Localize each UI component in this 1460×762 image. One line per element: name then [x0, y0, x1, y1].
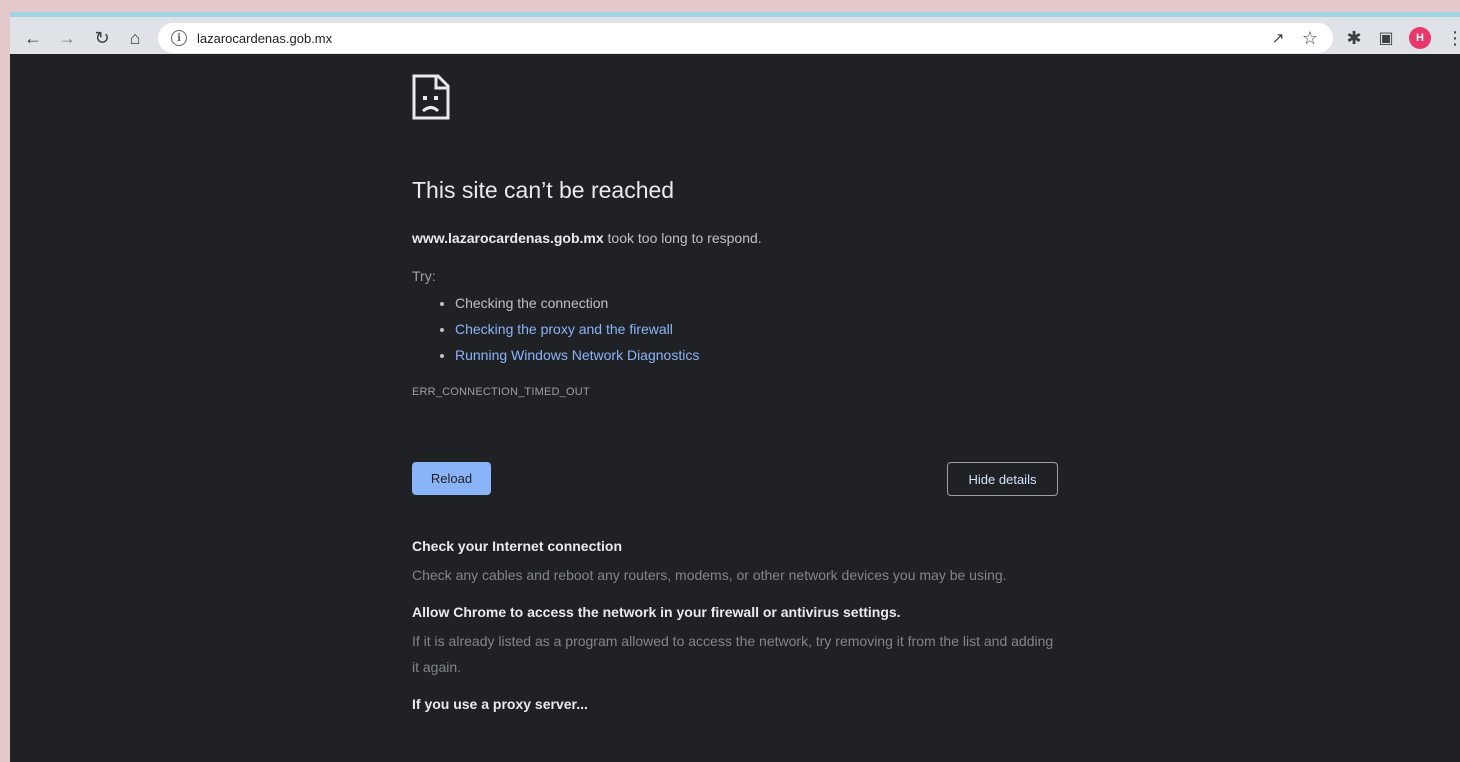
proxy-firewall-link[interactable]: Checking the proxy and the firewall [455, 321, 673, 337]
network-diagnostics-link[interactable]: Running Windows Network Diagnostics [455, 347, 699, 363]
profile-avatar[interactable]: H [1409, 27, 1431, 49]
error-domain: www.lazarocardenas.gob.mx [412, 230, 604, 246]
details-heading: If you use a proxy server... [412, 696, 588, 712]
bookmark-star-icon[interactable]: ☆ [1297, 25, 1323, 51]
error-page: This site can’t be reached www.lazarocar… [412, 74, 1062, 712]
details-heading: Allow Chrome to access the network in yo… [412, 604, 901, 620]
address-bar-url[interactable]: lazarocardenas.gob.mx [197, 31, 332, 46]
action-row: Reload Hide details [412, 462, 1062, 496]
back-arrow-icon[interactable]: ← [20, 25, 46, 51]
details-body: If it is already listed as a program all… [412, 633, 1054, 675]
side-panel-icon[interactable]: ▣ [1373, 25, 1399, 51]
menu-kebab-icon[interactable]: ⋮ [1442, 25, 1460, 51]
suggestion-item[interactable]: Checking the proxy and the firewall [455, 316, 1062, 342]
forward-arrow-icon[interactable]: → [54, 25, 80, 51]
home-icon[interactable]: ⌂ [122, 25, 148, 51]
browser-window: ← → ↻ ⌂ i lazarocardenas.gob.mx ↗ ☆ ✱ ▣ … [10, 12, 1460, 762]
details-body: Check any cables and reboot any routers,… [412, 567, 1007, 583]
details-heading: Check your Internet connection [412, 538, 623, 554]
suggestion-item[interactable]: Running Windows Network Diagnostics [455, 342, 1062, 368]
try-label: Try: [412, 268, 436, 284]
suggestion-list: Checking the connection Checking the pro… [455, 290, 1062, 368]
suggestion-item: Checking the connection [455, 290, 1062, 316]
browser-toolbar: ← → ↻ ⌂ i lazarocardenas.gob.mx ↗ ☆ ✱ ▣ … [10, 12, 1460, 54]
hide-details-button[interactable]: Hide details [947, 462, 1058, 496]
site-info-icon[interactable]: i [171, 30, 187, 46]
share-icon[interactable]: ↗ [1265, 25, 1291, 51]
reload-icon[interactable]: ↻ [89, 25, 115, 51]
error-code: ERR_CONNECTION_TIMED_OUT [412, 386, 590, 398]
extensions-icon[interactable]: ✱ [1341, 25, 1367, 51]
reload-button[interactable]: Reload [412, 462, 491, 495]
address-bar[interactable]: i lazarocardenas.gob.mx ↗ ☆ [158, 23, 1333, 53]
sad-document-icon [412, 74, 450, 120]
error-message: www.lazarocardenas.gob.mx took too long … [412, 230, 762, 246]
error-title: This site can’t be reached [412, 177, 675, 203]
